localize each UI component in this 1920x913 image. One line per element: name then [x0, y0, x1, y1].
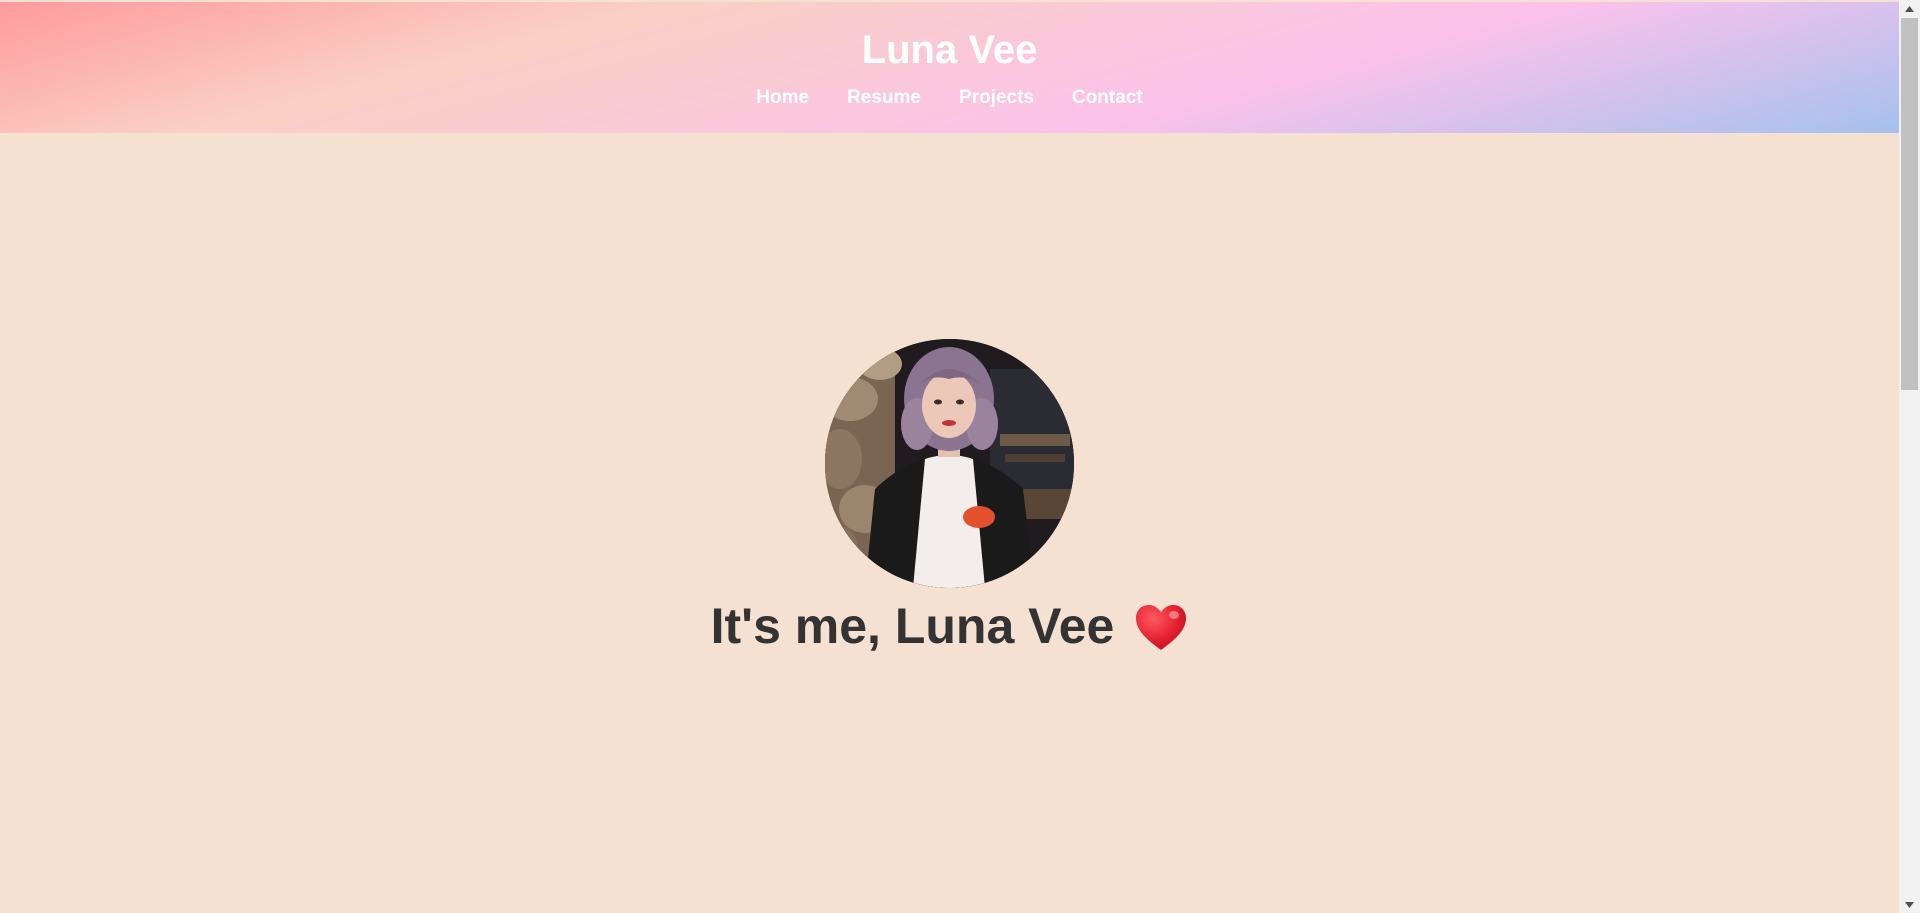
- arrow-down-icon[interactable]: [1899, 896, 1920, 913]
- nav-projects-link[interactable]: Projects: [959, 85, 1034, 111]
- heart-icon: [1134, 601, 1188, 651]
- vertical-scrollbar[interactable]: [1899, 0, 1920, 913]
- main-nav: Home Resume Projects Contact: [0, 85, 1899, 111]
- page: Luna Vee Home Resume Projects Contact It…: [0, 0, 1899, 913]
- hero-heading: It's me, Luna Vee: [0, 591, 1899, 661]
- nav-contact-link[interactable]: Contact: [1072, 85, 1143, 111]
- nav-home-link[interactable]: Home: [756, 85, 809, 111]
- nav-resume-link[interactable]: Resume: [847, 85, 921, 111]
- profile-photo: [825, 339, 1074, 588]
- site-header: Luna Vee Home Resume Projects Contact: [0, 2, 1899, 133]
- hero-heading-text: It's me, Luna Vee: [710, 598, 1115, 654]
- arrow-up-icon[interactable]: [1899, 0, 1920, 17]
- scrollbar-thumb[interactable]: [1901, 18, 1918, 390]
- site-title: Luna Vee: [861, 28, 1038, 72]
- profile-photo-drawing: [825, 339, 1074, 588]
